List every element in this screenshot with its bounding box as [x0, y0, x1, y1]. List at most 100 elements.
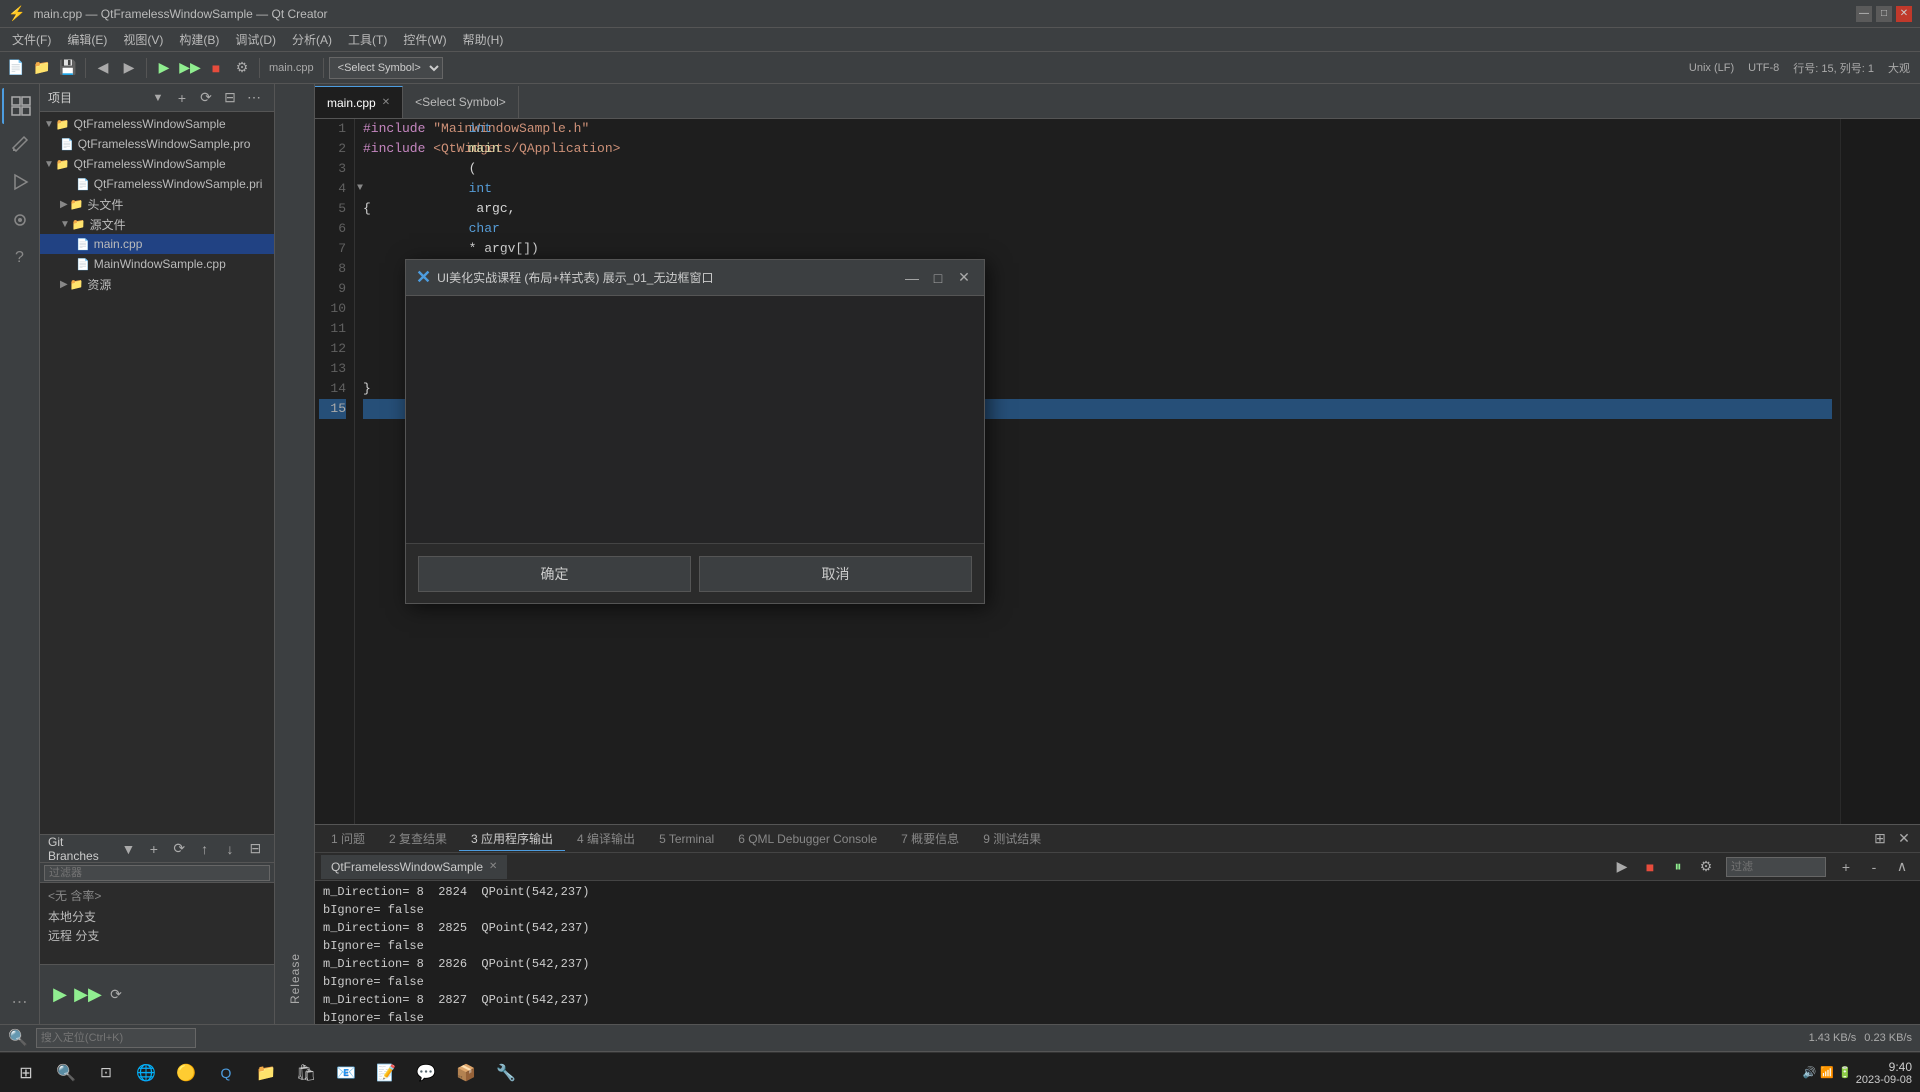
output-pause-btn[interactable]: ⏸: [1666, 855, 1690, 879]
activity-help[interactable]: ?: [2, 240, 38, 276]
menu-view[interactable]: 视图(V): [115, 29, 171, 50]
restore-button[interactable]: □: [1876, 6, 1892, 22]
activity-run[interactable]: [2, 164, 38, 200]
menu-tools[interactable]: 工具(T): [340, 29, 395, 50]
taskbar-app9[interactable]: 🔧: [488, 1055, 524, 1091]
tree-item-resources[interactable]: ▶ 📁 资源: [40, 274, 274, 294]
taskbar-file-explorer[interactable]: 📁: [248, 1055, 284, 1091]
project-filter-btn[interactable]: ▼: [146, 86, 170, 110]
toolbar-stop[interactable]: ■: [204, 56, 228, 80]
git-push-btn[interactable]: ↑: [194, 837, 215, 861]
taskbar-tray: 🔊 📶 🔋 9:40 2023-09-08: [1803, 1060, 1912, 1086]
activity-project[interactable]: [2, 88, 38, 124]
debug-run-btn[interactable]: ▶▶: [76, 983, 100, 1007]
dialog-restore-btn[interactable]: □: [928, 268, 948, 288]
symbol-select[interactable]: <Select Symbol>: [329, 57, 443, 79]
panel-tab-terminal[interactable]: 5 Terminal: [647, 827, 726, 851]
taskbar-store[interactable]: 🛍: [288, 1055, 324, 1091]
menu-build[interactable]: 构建(B): [171, 29, 227, 50]
taskbar-edge[interactable]: 🌐: [128, 1055, 164, 1091]
dialog-cancel-btn[interactable]: 取消: [699, 556, 972, 592]
project-collapse-btn[interactable]: ⊟: [218, 86, 242, 110]
close-button[interactable]: ✕: [1896, 6, 1912, 22]
tree-item-main[interactable]: 📄 main.cpp: [40, 234, 274, 254]
dialog-minimize-btn[interactable]: —: [902, 268, 922, 288]
panel-tab-test[interactable]: 9 测试结果: [971, 827, 1053, 851]
toolbar-debug[interactable]: ▶▶: [178, 56, 202, 80]
toolbar-save[interactable]: 💾: [56, 56, 80, 80]
panel-expand-btn[interactable]: ⊞: [1868, 827, 1892, 851]
tree-item-mainwindow[interactable]: 📄 MainWindowSample.cpp: [40, 254, 274, 274]
output-search-input[interactable]: [1726, 857, 1826, 877]
tab-main-cpp-close[interactable]: ✕: [382, 97, 390, 108]
taskbar-qt[interactable]: Q: [208, 1055, 244, 1091]
taskbar-chrome[interactable]: 🟡: [168, 1055, 204, 1091]
output-collapse-btn[interactable]: ∧: [1890, 855, 1914, 879]
output-minus-btn[interactable]: -: [1862, 855, 1886, 879]
output-stop-btn[interactable]: ■: [1638, 855, 1662, 879]
tree-item-root[interactable]: ▼ 📁 QtFramelessWindowSample: [40, 114, 274, 134]
git-add-btn[interactable]: +: [143, 837, 164, 861]
tab-select-symbol[interactable]: <Select Symbol>: [403, 86, 519, 118]
taskbar-clock[interactable]: 9:40 2023-09-08: [1856, 1060, 1912, 1086]
toolbar-open[interactable]: 📁: [30, 56, 54, 80]
tray-icon-3[interactable]: 🔋: [1838, 1066, 1852, 1079]
panel-close-btn[interactable]: ✕: [1892, 827, 1916, 851]
project-more-btn[interactable]: ⋯: [242, 86, 266, 110]
output-settings-btn[interactable]: ⚙: [1694, 855, 1718, 879]
git-collapse-btn[interactable]: ⊟: [245, 837, 266, 861]
tab-main-cpp[interactable]: main.cpp ✕: [315, 86, 403, 118]
dialog-close-btn[interactable]: ✕: [954, 268, 974, 288]
menu-edit[interactable]: 编辑(E): [59, 29, 115, 50]
taskbar-wechat[interactable]: 💬: [408, 1055, 444, 1091]
panel-tab-issues[interactable]: 1 问题: [319, 827, 377, 851]
run-btn[interactable]: ▶: [48, 983, 72, 1007]
tray-icon-2[interactable]: 📶: [1820, 1066, 1834, 1079]
taskbar-search[interactable]: 🔍: [48, 1055, 84, 1091]
tree-item-qfw[interactable]: ▼ 📁 QtFramelessWindowSample: [40, 154, 274, 174]
output-content[interactable]: m_Direction= 8 2824 QPoint(542,237) bIgn…: [315, 881, 1920, 1024]
menu-help[interactable]: 帮助(H): [455, 29, 512, 50]
output-add-btn[interactable]: +: [1834, 855, 1858, 879]
panel-tab-output[interactable]: 3 应用程序输出: [459, 827, 565, 851]
git-filter-input[interactable]: [44, 865, 270, 881]
app-output-tab-close[interactable]: ✕: [489, 861, 497, 872]
activity-edit[interactable]: [2, 126, 38, 162]
taskbar-app8[interactable]: 📦: [448, 1055, 484, 1091]
taskbar-task-view[interactable]: ⊡: [88, 1055, 124, 1091]
panel-tab-qml[interactable]: 6 QML Debugger Console: [726, 827, 889, 851]
activity-more[interactable]: ⋯: [2, 984, 38, 1020]
panel-tab-summary[interactable]: 7 概要信息: [889, 827, 971, 851]
toolbar-build[interactable]: ▶: [152, 56, 176, 80]
panel-tab-compile[interactable]: 4 编译输出: [565, 827, 647, 851]
taskbar-app6[interactable]: 📝: [368, 1055, 404, 1091]
menu-file[interactable]: 文件(F): [4, 29, 59, 50]
tree-item-headers[interactable]: ▶ 📁 头文件: [40, 194, 274, 214]
taskbar-start[interactable]: ⊞: [8, 1055, 44, 1091]
toolbar-new[interactable]: 📄: [4, 56, 28, 80]
git-filter-btn[interactable]: ▼: [118, 837, 139, 861]
git-fetch-btn[interactable]: ⟳: [169, 837, 190, 861]
activity-debug[interactable]: [2, 202, 38, 238]
taskbar-app5[interactable]: 📧: [328, 1055, 364, 1091]
menu-debug[interactable]: 调试(D): [227, 29, 284, 50]
output-run-btn[interactable]: ▶: [1610, 855, 1634, 879]
menu-widget[interactable]: 控件(W): [395, 29, 454, 50]
toolbar-back[interactable]: ◀: [91, 56, 115, 80]
git-pull-btn[interactable]: ↓: [219, 837, 240, 861]
menu-analyze[interactable]: 分析(A): [284, 29, 340, 50]
panel-tab-review[interactable]: 2 复查结果: [377, 827, 459, 851]
app-output-tab[interactable]: QtFramelessWindowSample ✕: [321, 855, 507, 879]
toolbar-forward[interactable]: ▶: [117, 56, 141, 80]
project-add-btn[interactable]: +: [170, 86, 194, 110]
git-branch-btn[interactable]: ⟳: [104, 983, 128, 1007]
tree-item-sources[interactable]: ▼ 📁 源文件: [40, 214, 274, 234]
toolbar-settings[interactable]: ⚙: [230, 56, 254, 80]
tree-item-pri[interactable]: 📄 QtFramelessWindowSample.pri: [40, 174, 274, 194]
tree-item-pro[interactable]: 📄 QtFramelessWindowSample.pro: [40, 134, 274, 154]
tray-icon-1[interactable]: 🔊: [1803, 1066, 1817, 1079]
location-search-input[interactable]: [36, 1028, 196, 1048]
project-sync-btn[interactable]: ⟳: [194, 86, 218, 110]
dialog-confirm-btn[interactable]: 确定: [418, 556, 691, 592]
minimize-button[interactable]: —: [1856, 6, 1872, 22]
